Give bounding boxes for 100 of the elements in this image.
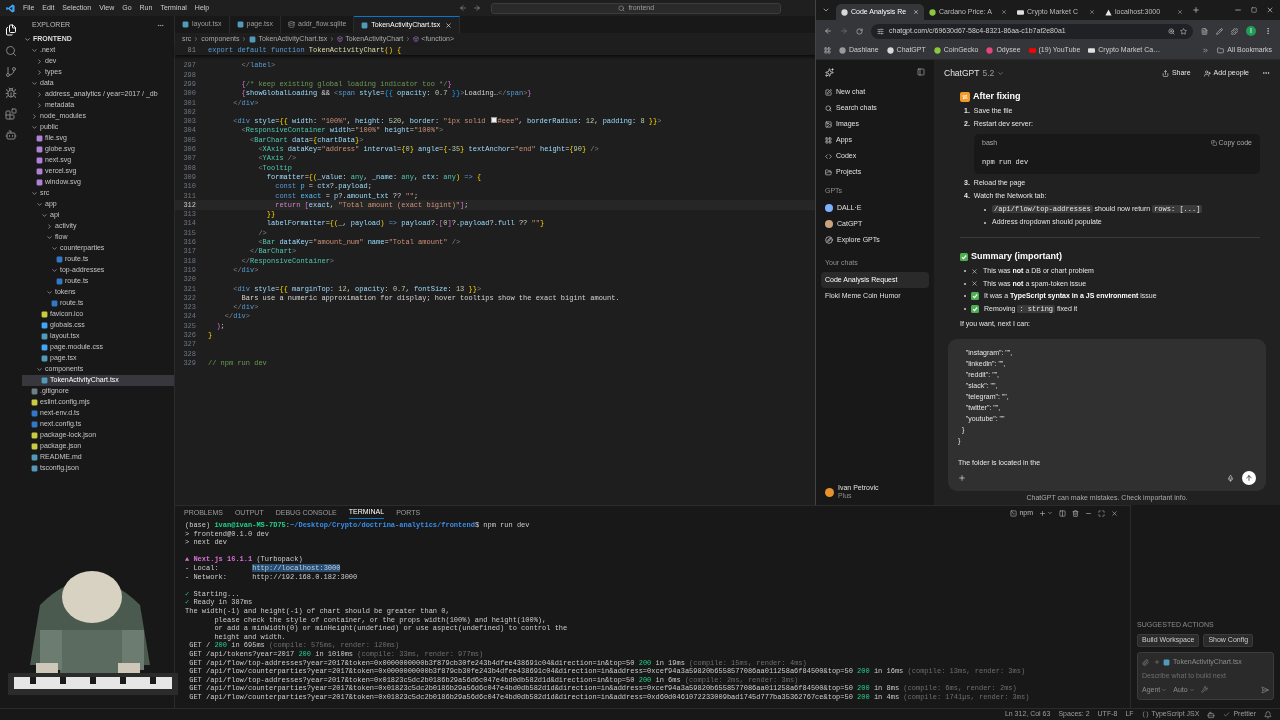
chevron-down-icon bbox=[51, 267, 58, 274]
search-icon[interactable] bbox=[5, 45, 17, 57]
favicon-icon bbox=[839, 47, 846, 54]
reload-icon[interactable] bbox=[856, 27, 863, 35]
robot-icon[interactable] bbox=[1207, 710, 1216, 719]
apps-icon[interactable] bbox=[824, 47, 831, 54]
braces-icon bbox=[1141, 711, 1149, 718]
favicon-icon bbox=[929, 8, 936, 16]
close-icon[interactable] bbox=[1177, 9, 1183, 15]
image-icon bbox=[825, 120, 832, 128]
model-version[interactable]: 5.2 bbox=[982, 66, 995, 80]
symbol-icon bbox=[413, 36, 420, 42]
code-icon bbox=[825, 152, 832, 160]
chevron-down-icon bbox=[46, 289, 53, 296]
tools-icon[interactable] bbox=[1200, 686, 1208, 694]
search-icon bbox=[618, 4, 626, 12]
chevron-right-icon bbox=[241, 36, 248, 42]
file-icon bbox=[361, 21, 369, 29]
close-icon[interactable] bbox=[1089, 9, 1095, 15]
section-heading: After fixing bbox=[973, 90, 1021, 104]
trash-icon[interactable] bbox=[1072, 509, 1079, 517]
repeat-icon bbox=[960, 92, 970, 102]
database-icon bbox=[288, 21, 296, 28]
sidebar-toggle-icon[interactable] bbox=[917, 68, 925, 76]
close-icon[interactable] bbox=[445, 21, 453, 29]
menu-icon[interactable] bbox=[1264, 27, 1272, 35]
chevron-right-icon bbox=[405, 36, 412, 42]
bell-icon[interactable] bbox=[1264, 710, 1272, 719]
favicon-icon bbox=[1088, 47, 1096, 54]
favicon-icon bbox=[986, 47, 994, 54]
cross-icon bbox=[971, 267, 978, 275]
maximize-icon[interactable] bbox=[1251, 7, 1257, 13]
extensions-icon[interactable] bbox=[1231, 27, 1238, 35]
chevron-down-icon[interactable] bbox=[997, 69, 1005, 77]
bug-icon[interactable] bbox=[5, 87, 17, 99]
zoom-icon[interactable] bbox=[1168, 27, 1175, 35]
star-icon[interactable] bbox=[1180, 27, 1187, 35]
file-icon bbox=[56, 278, 63, 285]
chevron-down-icon bbox=[31, 80, 38, 87]
chevron-right-icon bbox=[329, 36, 336, 42]
tab-search-icon[interactable] bbox=[822, 6, 830, 14]
chevron-down-icon bbox=[31, 124, 38, 131]
document-icon[interactable] bbox=[1201, 27, 1208, 35]
grid-icon bbox=[825, 136, 832, 144]
folder-icon bbox=[1217, 47, 1225, 54]
section-heading: Summary (important) bbox=[971, 250, 1062, 264]
favicon-icon bbox=[1105, 8, 1112, 16]
favicon-icon bbox=[1028, 47, 1036, 54]
compass-icon bbox=[825, 236, 833, 244]
close-icon[interactable] bbox=[1111, 509, 1118, 517]
chevron-right-icon bbox=[193, 36, 200, 42]
model-name[interactable]: ChatGPT bbox=[944, 66, 980, 80]
check-icon bbox=[1223, 711, 1231, 718]
add-icon[interactable] bbox=[958, 474, 966, 482]
new-tab-icon[interactable] bbox=[1192, 6, 1200, 14]
close-icon[interactable] bbox=[1266, 6, 1274, 14]
check-icon bbox=[971, 304, 979, 313]
split-icon[interactable] bbox=[1059, 509, 1066, 517]
logo-icon[interactable] bbox=[825, 67, 834, 77]
favicon-icon bbox=[1017, 8, 1024, 16]
forward-icon[interactable] bbox=[473, 4, 482, 12]
minimize-icon[interactable] bbox=[1234, 6, 1242, 14]
file-icon bbox=[56, 256, 63, 263]
robot-icon[interactable] bbox=[5, 129, 17, 141]
send-button[interactable] bbox=[1242, 471, 1256, 485]
chevron-down-icon bbox=[36, 366, 43, 373]
file-icon bbox=[182, 21, 189, 28]
blocks-icon[interactable] bbox=[5, 108, 17, 120]
terminal-icon bbox=[1010, 509, 1018, 517]
user-avatar[interactable] bbox=[825, 487, 834, 497]
close-icon[interactable] bbox=[1001, 9, 1007, 15]
search-icon bbox=[825, 104, 832, 112]
symbol-icon bbox=[337, 36, 344, 42]
more-icon[interactable] bbox=[1262, 69, 1270, 77]
attach-icon[interactable] bbox=[1142, 658, 1149, 666]
chevron-down-icon bbox=[1161, 686, 1168, 693]
add-icon[interactable] bbox=[1039, 509, 1046, 517]
app-logo-icon[interactable] bbox=[6, 3, 15, 13]
file-icon bbox=[1163, 658, 1170, 666]
site-info-icon[interactable] bbox=[877, 27, 884, 35]
favicon-icon bbox=[841, 8, 848, 16]
chevron-down-icon[interactable] bbox=[1047, 510, 1053, 516]
chevron-right-icon bbox=[46, 223, 53, 230]
copy-icon bbox=[1210, 140, 1217, 147]
pen-icon[interactable] bbox=[1216, 27, 1223, 35]
new-chat-icon bbox=[825, 88, 832, 96]
arrow-up-icon bbox=[1245, 474, 1253, 482]
back-icon[interactable] bbox=[824, 27, 832, 35]
branch-icon[interactable] bbox=[5, 66, 17, 78]
add-person-icon bbox=[1203, 69, 1211, 77]
check-icon bbox=[971, 292, 979, 301]
cross-icon bbox=[971, 280, 978, 288]
favicon-icon bbox=[933, 47, 941, 54]
back-icon[interactable] bbox=[459, 4, 468, 12]
more-bookmarks-icon[interactable] bbox=[1202, 47, 1210, 54]
microphone-icon[interactable] bbox=[1227, 474, 1234, 482]
maximize-icon[interactable] bbox=[1098, 509, 1105, 517]
favicon-icon bbox=[886, 47, 894, 54]
send-icon[interactable] bbox=[1261, 685, 1269, 694]
files-icon[interactable] bbox=[5, 24, 17, 36]
